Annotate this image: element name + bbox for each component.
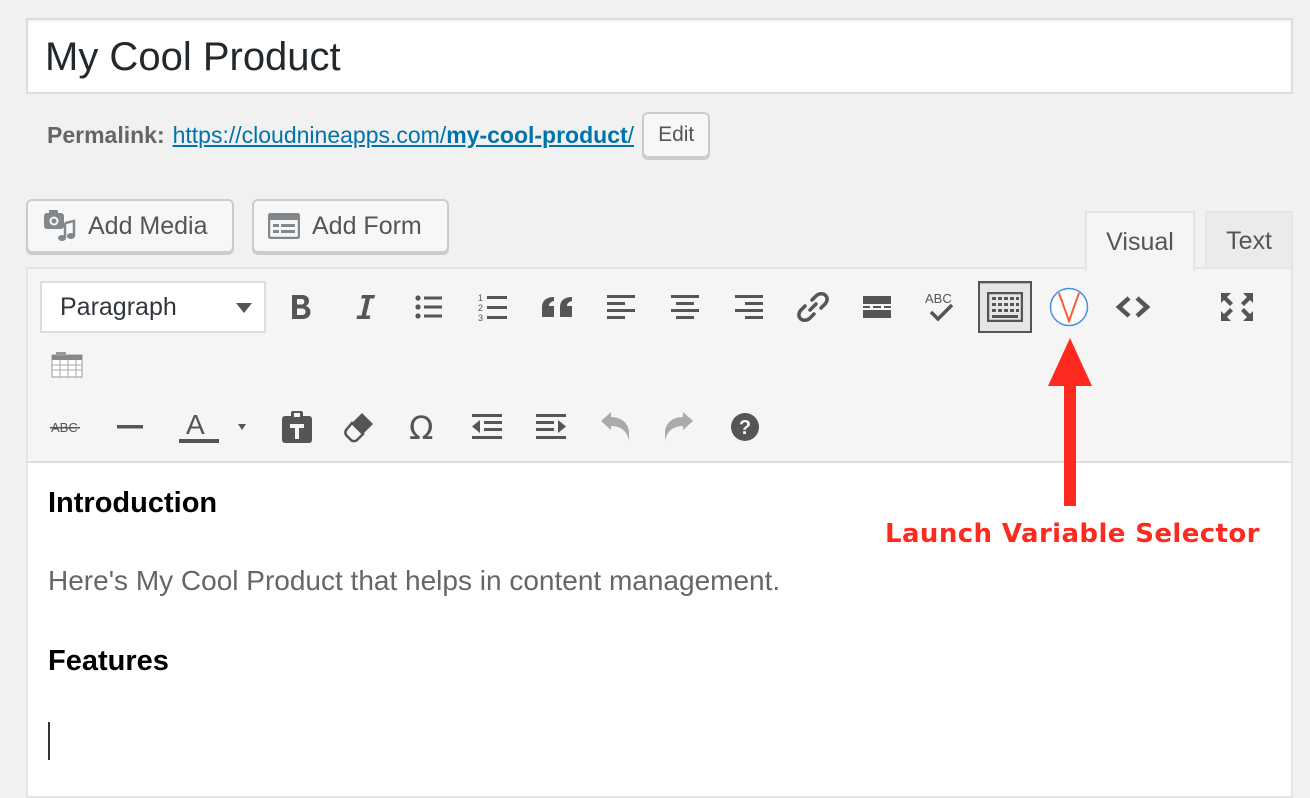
toolbar-toggle-icon [987,292,1023,322]
outdent-button[interactable] [460,401,514,453]
align-left-button[interactable] [594,281,648,333]
chevron-down-icon [236,303,252,313]
bold-button[interactable] [274,281,328,333]
paste-text-icon [282,411,312,443]
text-color-letter: A [186,410,205,440]
annotation-arrow-icon [1048,338,1092,506]
undo-icon [601,412,629,441]
add-form-button[interactable]: Add Form [252,199,449,253]
editor-tabs: Visual Text [1085,211,1293,271]
read-more-button[interactable] [850,281,904,333]
permalink-link[interactable]: https://cloudnineapps.com/my-cool-produc… [173,122,634,149]
format-select[interactable]: Paragraph [40,281,266,333]
text-color-button[interactable]: A [168,401,254,453]
permalink-slug: my-cool-product [446,121,628,148]
post-title-box[interactable] [26,18,1293,94]
align-center-icon [671,295,699,319]
permalink-url-base: https://cloudnineapps.com/ [172,121,447,148]
special-character-button[interactable]: Ω [396,401,450,453]
bold-icon [292,295,311,319]
numbered-list-digit-3: 3 [478,313,483,322]
spellcheck-button[interactable]: ABC [914,281,968,333]
help-button[interactable]: ? [718,401,772,453]
spellcheck-icon: ABC [925,291,954,322]
numbered-list-digit-2: 2 [478,303,483,313]
help-icon: ? [731,413,759,441]
permalink-label: Permalink: [47,121,165,148]
editor-toolbar: Paragraph 1 2 3 ABC ABC A Ω ? [28,269,1291,463]
special-character-text: Ω [409,411,433,443]
content-heading-features: Features [48,645,169,677]
form-icon [268,213,300,239]
table-icon [51,352,83,378]
permalink-edit-button[interactable]: Edit [642,112,711,158]
horizontal-line-button[interactable] [104,401,158,453]
format-select-value: Paragraph [60,292,177,321]
insert-link-button[interactable] [786,281,840,333]
clear-formatting-icon [344,413,373,443]
redo-icon [665,412,693,441]
toolbar-toggle-button[interactable] [978,281,1032,333]
fullscreen-button[interactable] [1210,281,1264,333]
code-button[interactable] [1106,281,1160,333]
help-text: ? [739,417,751,439]
indent-button[interactable] [524,401,578,453]
fullscreen-icon [1221,293,1253,321]
horizontal-line-icon [117,425,143,429]
bulleted-list-button[interactable] [402,281,456,333]
add-form-label: Add Form [312,211,422,240]
indent-icon [536,414,566,439]
blockquote-button[interactable] [530,281,584,333]
permalink-row: Permalink: https://cloudnineapps.com/my-… [47,110,711,160]
numbered-list-button[interactable]: 1 2 3 [466,281,520,333]
variable-selector-button[interactable] [1042,281,1096,333]
variable-selector-icon [1049,287,1089,327]
editor-content[interactable]: Introduction Here's My Cool Product that… [28,463,1291,784]
table-button[interactable] [40,339,94,391]
spellcheck-text: ABC [925,291,952,306]
align-right-button[interactable] [722,281,776,333]
bulleted-list-icon [415,295,442,319]
outdent-icon [472,414,502,439]
numbered-list-icon: 1 2 3 [478,293,507,322]
tab-visual[interactable]: Visual [1085,211,1195,271]
read-more-icon [863,296,891,318]
italic-button[interactable] [338,281,392,333]
italic-icon [356,295,375,319]
tab-text[interactable]: Text [1205,211,1293,269]
annotation-label: Launch Variable Selector [885,519,1260,549]
strikethrough-icon: ABC [50,420,80,435]
blockquote-icon [542,297,572,317]
text-color-icon: A [179,410,246,443]
permalink-url-end: / [627,121,635,148]
special-character-icon: Ω [409,411,433,443]
align-left-icon [607,295,635,319]
code-icon [1116,296,1150,318]
text-cursor [48,722,50,760]
add-media-button[interactable]: Add Media [26,199,234,253]
undo-button[interactable] [588,401,642,453]
strikethrough-button[interactable]: ABC [40,401,94,453]
add-media-label: Add Media [88,211,208,240]
numbered-list-digit-1: 1 [478,293,483,303]
link-icon [797,292,829,322]
align-center-button[interactable] [658,281,712,333]
redo-button[interactable] [652,401,706,453]
paste-text-button[interactable] [270,401,324,453]
content-paragraph: Here's My Cool Product that helps in con… [48,565,781,596]
camera-music-icon [44,210,76,241]
align-right-icon [735,295,763,319]
post-title-input[interactable] [45,34,1274,80]
clear-formatting-button[interactable] [332,401,386,453]
